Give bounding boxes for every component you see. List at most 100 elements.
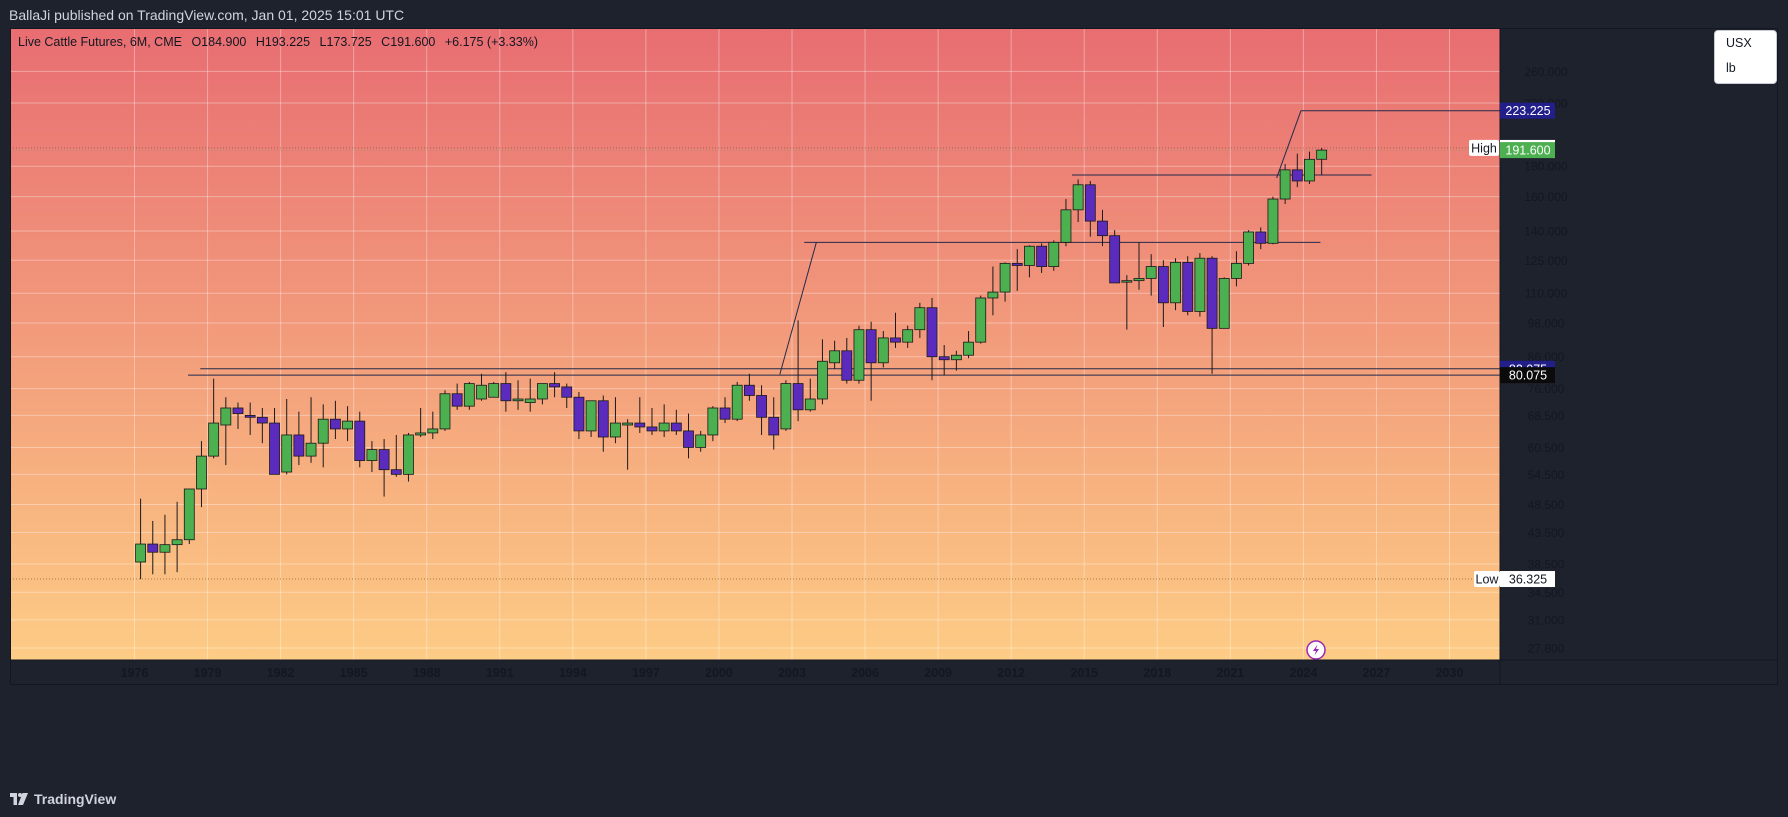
price-chart[interactable]: 27.800 31.000 34.500 38.500 43.500 48.500 54.5… (10, 28, 1778, 785)
x-tick-label: 2018 (1143, 666, 1171, 680)
tradingview-logo[interactable]: TradingView (10, 791, 116, 807)
low-value-label: 36.325 (1509, 573, 1547, 587)
y-tick-label: 27.800 (1528, 642, 1565, 656)
candle (1182, 256, 1194, 316)
candle-body (196, 455, 207, 490)
candle-body (1109, 235, 1121, 284)
candle-body (232, 407, 244, 414)
high-tag: High (1471, 141, 1497, 155)
candle-body (500, 383, 512, 402)
candle-body (1060, 209, 1072, 243)
candle-body (330, 418, 341, 430)
low-tag: Low (1476, 573, 1500, 587)
candle-body (463, 383, 475, 407)
candle-body (1157, 266, 1169, 304)
candle (1194, 253, 1206, 317)
y-tick-label: 160.000 (1524, 190, 1568, 204)
candle-body (135, 543, 146, 563)
y-tick-label: 68.500 (1528, 409, 1565, 423)
x-tick-label: 2027 (1363, 666, 1391, 680)
y-tick-label: 48.500 (1528, 498, 1565, 512)
candle-body (342, 420, 353, 430)
brand-label: TradingView (34, 791, 117, 807)
x-tick-label: 1994 (559, 666, 587, 680)
candle-body (1267, 198, 1279, 244)
candle-body (792, 383, 804, 411)
lightning-icon[interactable] (1306, 640, 1326, 660)
candle-body (171, 539, 183, 546)
y-tick-label: 54.500 (1528, 468, 1565, 482)
candle-body (256, 416, 268, 424)
candle-body (354, 420, 366, 461)
candle-body (1170, 261, 1181, 304)
candle-body (950, 354, 962, 361)
candle-body (317, 418, 329, 444)
candle (1267, 196, 1279, 245)
candle-body (549, 383, 560, 388)
candle-body (476, 384, 487, 400)
candle (1048, 240, 1060, 271)
y-tick-label: 38.500 (1528, 558, 1565, 572)
candle-body (439, 393, 451, 430)
candle-body (281, 434, 293, 473)
candle-body (159, 544, 171, 553)
candle-body (403, 434, 414, 475)
publisher-line: BallaJi published on TradingView.com, Ja… (9, 7, 405, 23)
candle (1109, 230, 1121, 284)
candle-body (1011, 262, 1023, 266)
candle-body (573, 396, 585, 432)
candle-body (610, 422, 621, 438)
candle-body (670, 422, 682, 432)
footer: TradingView (0, 785, 1788, 817)
candle-body (1084, 184, 1096, 222)
candle-body (731, 384, 743, 420)
x-tick-label: 2012 (997, 666, 1025, 680)
candle-body (183, 488, 195, 541)
candle-body (390, 469, 402, 475)
candle (853, 325, 865, 384)
level-80-label: 80.075 (1509, 369, 1547, 383)
x-tick-label: 2009 (924, 666, 952, 680)
candle-body (1291, 169, 1303, 182)
y-tick-label: 34.500 (1528, 586, 1565, 600)
candle-body (1279, 169, 1291, 200)
symbol-title[interactable]: Live Cattle Futures, 6M, CME (18, 35, 182, 49)
candle-body (841, 350, 853, 381)
y-tick-label: 260.000 (1524, 65, 1568, 79)
candle (403, 432, 414, 482)
candle-body (561, 386, 573, 398)
candle-body (147, 543, 159, 553)
currency-option[interactable]: USX (1715, 31, 1776, 56)
candle-body (208, 422, 220, 457)
candle-body (366, 449, 378, 461)
x-tick-label: 1982 (267, 666, 295, 680)
candle-body (804, 398, 816, 411)
candle-body (622, 422, 634, 426)
candle-body (1097, 220, 1108, 237)
candle-body (512, 398, 524, 402)
candle-body (1206, 257, 1218, 329)
candle-body (975, 297, 987, 343)
y-tick-label: 76.000 (1528, 382, 1565, 396)
candle-body (1072, 184, 1084, 211)
candle-body (305, 442, 317, 457)
candle-body (378, 449, 390, 471)
x-tick-label: 2003 (778, 666, 806, 680)
unit-selector[interactable]: USX lb (1714, 30, 1777, 84)
y-tick-label: 180.000 (1524, 160, 1568, 174)
unit-option[interactable]: lb (1715, 56, 1776, 81)
candle-body (853, 329, 865, 381)
candle-body (707, 407, 719, 436)
candle-body (524, 398, 536, 403)
candle-body (1145, 266, 1157, 279)
last-price-label: 191.600 (1505, 144, 1550, 158)
y-tick-label: 31.000 (1528, 613, 1565, 627)
candle (183, 488, 195, 545)
y-tick-label: 43.500 (1528, 526, 1565, 540)
candle (1279, 164, 1291, 204)
candle (463, 381, 475, 410)
y-tick-label: 125.000 (1524, 254, 1568, 268)
candle-body (536, 383, 548, 400)
x-tick-label: 1979 (194, 666, 222, 680)
candle-body (269, 422, 280, 475)
